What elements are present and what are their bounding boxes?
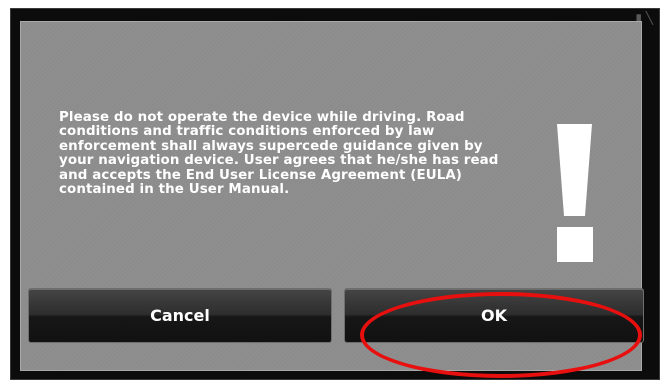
ok-button[interactable]: OK [344, 288, 644, 343]
exclamation-icon [551, 124, 599, 262]
exclamation-dot [557, 227, 593, 262]
disclaimer-message: Please do not operate the device while d… [59, 110, 499, 198]
exclamation-bar [557, 124, 592, 216]
cancel-button[interactable]: Cancel [28, 288, 332, 343]
